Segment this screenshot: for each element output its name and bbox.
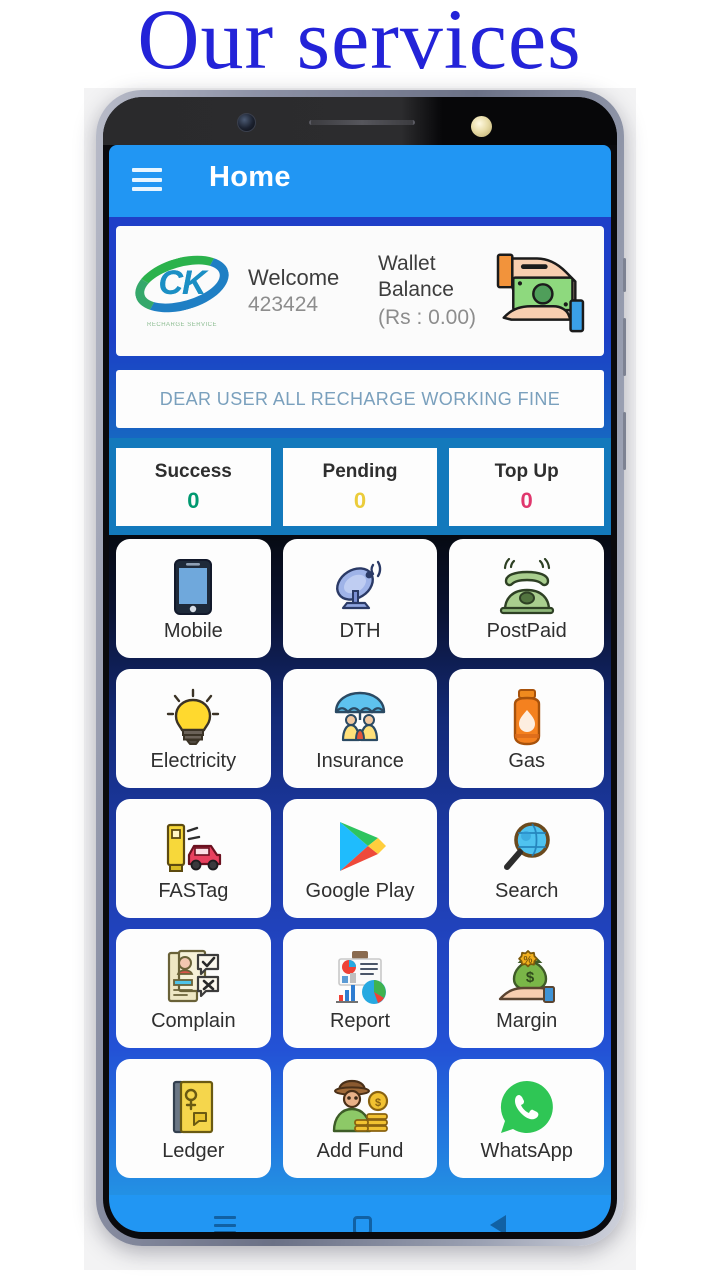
hamburger-menu-icon[interactable] [132,168,162,191]
welcome-block: Welcome 423424 [248,264,366,319]
svg-text:$: $ [526,969,535,986]
service-label: Complain [151,1009,236,1032]
power-button[interactable] [623,258,626,292]
service-label: Search [494,879,559,902]
toll-car-icon [163,816,223,878]
services-row: FASTag Google Play Search [116,799,605,918]
telephone-icon [497,556,557,618]
service-tile-postpaid[interactable]: PostPaid [449,539,605,658]
welcome-card[interactable]: CK RECHARGE SERVICE Welcome 423424 Walle… [116,226,604,356]
service-tile-google-play[interactable]: Google Play [282,799,438,918]
volume-up-button[interactable] [623,318,626,376]
mobile-phone-icon [173,556,213,618]
wallet-balance-amount: (Rs : 0.00) [378,305,477,329]
page-title: Our services [137,0,582,87]
stat-label: Pending [322,461,398,483]
wallet-label-line1: Wallet [378,252,436,276]
wallet-block: Wallet Balance (Rs : 0.00) [378,251,492,331]
ck-logo: CK RECHARGE SERVICE [128,245,236,330]
android-nav-bar [109,1195,611,1232]
earpiece-speaker [309,120,415,125]
service-label: DTH [339,619,381,642]
services-row: Ledger $ Add Fund WhatsApp [116,1059,605,1178]
service-tile-report[interactable]: Report [282,929,438,1048]
gas-cylinder-icon [506,686,548,748]
service-tile-insurance[interactable]: Insurance [282,669,438,788]
service-label: Report [329,1009,391,1032]
light-bulb-icon [166,686,220,748]
stat-value: 0 [353,487,367,513]
volume-down-button[interactable] [623,412,626,470]
services-grid: Mobile DTH PostPaid Electricity Insuranc… [109,535,611,1195]
services-row: Electricity Insurance Gas [116,669,605,788]
service-tile-mobile[interactable]: Mobile [116,539,271,658]
service-label: PostPaid [486,619,567,642]
service-tile-search[interactable]: Search [449,799,605,918]
service-tile-fastag[interactable]: FASTag [116,799,271,918]
service-label: Insurance [316,749,404,772]
app-bar: Home [109,145,611,217]
service-label: WhatsApp [480,1139,573,1162]
services-row: Mobile DTH PostPaid [116,539,605,658]
stat-label: Success [154,461,232,483]
service-tile-electricity[interactable]: Electricity [116,669,271,788]
stat-card-topup[interactable]: Top Up 0 [449,448,605,526]
money-bag-percent-icon: $ % [498,946,556,1008]
service-tile-ledger[interactable]: Ledger [116,1059,271,1178]
welcome-label: Welcome [248,264,340,290]
service-label: Ledger [162,1139,225,1162]
phone-bezel: Home CK RECHARGE SERVICE Welcome 423424 [103,97,617,1239]
service-tile-add-fund[interactable]: $ Add Fund [282,1059,438,1178]
stat-value: 0 [520,487,533,513]
service-label: FASTag [158,879,229,902]
sensor-light-icon [471,116,492,137]
stat-label: Top Up [494,461,559,483]
app-bar-title: Home [209,161,291,193]
back-triangle-icon[interactable] [490,1215,507,1232]
stat-value: 0 [187,487,200,513]
service-label: Margin [496,1009,558,1032]
service-label: Add Fund [316,1139,404,1162]
complaint-document-icon [165,946,221,1008]
whatsapp-icon [498,1076,556,1138]
google-play-icon [334,816,386,878]
magnifier-globe-icon [499,816,555,878]
service-label: Gas [508,749,546,772]
notice-banner: DEAR USER ALL RECHARGE WORKING FINE [116,370,604,428]
money-in-hand-icon [496,253,585,333]
stat-card-success[interactable]: Success 0 [116,448,271,526]
satellite-dish-icon [331,556,389,618]
svg-text:$: $ [375,1097,381,1109]
stat-card-pending[interactable]: Pending 0 [282,448,438,526]
wallet-label-line2: Balance [378,278,454,302]
umbrella-family-icon [331,686,389,748]
service-tile-margin[interactable]: $ % Margin [449,929,605,1048]
upper-section: CK RECHARGE SERVICE Welcome 423424 Walle… [109,217,611,438]
person-coins-icon: $ [331,1076,389,1138]
stats-row: Success 0 Pending 0 Top Up 0 [109,438,611,535]
phone-top-bezel [103,97,617,145]
charts-report-icon [331,946,389,1008]
front-camera-icon [237,113,256,132]
service-tile-dth[interactable]: DTH [282,539,438,658]
logo-subtext: RECHARGE SERVICE [147,322,217,328]
service-tile-gas[interactable]: Gas [449,669,605,788]
home-square-icon[interactable] [353,1215,373,1232]
svg-text:%: % [523,955,532,966]
service-tile-whatsapp[interactable]: WhatsApp [449,1059,605,1178]
user-id: 423424 [248,293,319,317]
phone-screen: Home CK RECHARGE SERVICE Welcome 423424 [109,145,611,1232]
service-label: Google Play [305,879,415,902]
ledger-book-icon [170,1076,216,1138]
service-label: Electricity [150,749,237,772]
service-tile-complain[interactable]: Complain [116,929,271,1048]
notice-text: DEAR USER ALL RECHARGE WORKING FINE [159,388,561,409]
recents-icon[interactable] [213,1216,236,1232]
logo-text: CK [130,264,234,303]
service-label: Mobile [163,619,223,642]
services-row: Complain Report $ % Margin [116,929,605,1048]
phone-device: Home CK RECHARGE SERVICE Welcome 423424 [96,90,626,1246]
